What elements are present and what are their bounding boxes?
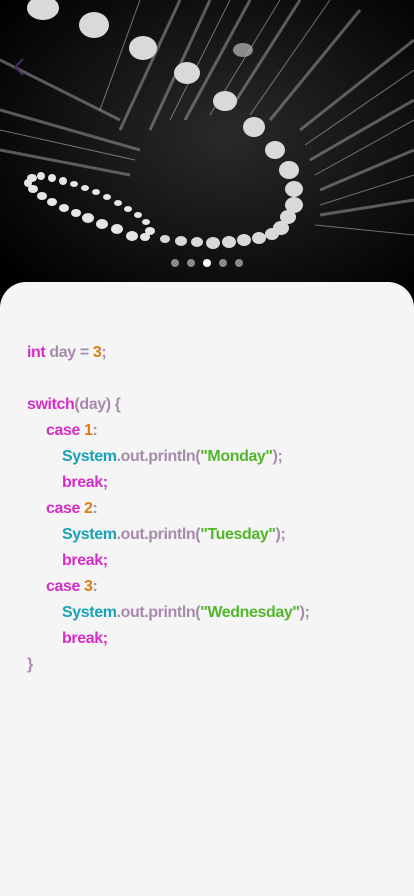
code-snippet: int day = 3; switch(day) { case 1: Syste… (27, 340, 310, 678)
code-line: } (27, 656, 33, 673)
code-line: System.out.println("Tuesday"); (62, 526, 286, 543)
code-line: break; (62, 474, 108, 491)
code-line: System.out.println("Wednesday"); (62, 604, 310, 621)
page-dot[interactable] (219, 259, 227, 267)
back-button[interactable] (12, 56, 36, 84)
code-line: int day = 3; (27, 344, 107, 361)
content-sheet: int day = 3; switch(day) { case 1: Syste… (0, 282, 414, 896)
code-line: break; (62, 552, 108, 569)
code-line: case 2: (46, 500, 98, 517)
architecture-photo (0, 0, 414, 300)
code-line: case 1: (46, 422, 98, 439)
page-dot[interactable] (235, 259, 243, 267)
page-dot-active[interactable] (203, 259, 211, 267)
code-line: switch(day) { (27, 396, 121, 413)
code-line: case 3: (46, 578, 98, 595)
page-indicator (0, 259, 414, 267)
code-line: System.out.println("Monday"); (62, 448, 283, 465)
chevron-left-icon (13, 58, 24, 76)
hero-image (0, 0, 414, 300)
page-dot[interactable] (171, 259, 179, 267)
code-line: break; (62, 630, 108, 647)
page-dot[interactable] (187, 259, 195, 267)
